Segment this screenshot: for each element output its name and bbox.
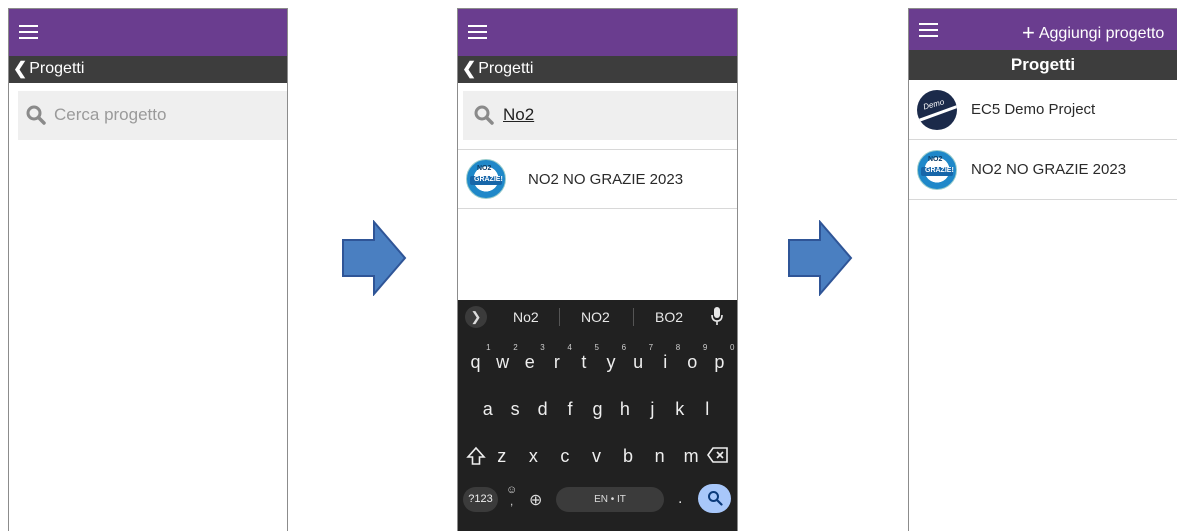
key-hint: 5 (594, 343, 599, 352)
key-i[interactable]: i8 (653, 343, 680, 373)
project-name: NO2 NO GRAZIE 2023 (971, 161, 1127, 178)
search-placeholder: Cerca progetto (54, 105, 167, 124)
add-project-button[interactable]: + Aggiungi progetto (1022, 20, 1164, 46)
list-item[interactable]: NO2 GRAZIE! NO2 NO GRAZIE 2023 (909, 140, 1177, 200)
project-name: EC5 Demo Project (971, 101, 1096, 118)
project-name: NO2 NO GRAZIE 2023 (528, 170, 684, 188)
microphone-icon[interactable] (711, 307, 723, 325)
search-input[interactable]: Cerca progetto (18, 91, 287, 140)
screen-search-empty: ❮ Progetti Cerca progetto (8, 8, 288, 531)
back-button[interactable]: ❮ Progetti (13, 60, 84, 78)
app-header (458, 9, 737, 56)
key-z[interactable]: z (490, 446, 514, 467)
key-o[interactable]: o9 (680, 343, 707, 373)
project-logo: NO2 GRAZIE! (466, 159, 506, 199)
plus-icon: + (1022, 20, 1035, 45)
key-c[interactable]: c (553, 446, 577, 467)
search-key[interactable] (698, 484, 731, 513)
key-j[interactable]: j (640, 399, 664, 420)
screen-search-results: ❮ Progetti No2 NO2 GRAZIE! NO2 NO GRAZIE… (457, 8, 738, 531)
screen-project-list: + Aggiungi progetto Progetti Demo EC5 Dem… (908, 8, 1177, 531)
key-v[interactable]: v (584, 446, 608, 467)
project-logo: NO2 GRAZIE! (917, 149, 957, 190)
key-k[interactable]: k (668, 399, 692, 420)
expand-toolbar-icon[interactable]: ❯ (465, 306, 487, 328)
key-h[interactable]: h (613, 399, 637, 420)
key-x[interactable]: x (521, 446, 545, 467)
key-hint: 3 (540, 343, 545, 352)
hamburger-menu-icon[interactable] (919, 23, 938, 37)
search-icon (707, 491, 723, 506)
emoji-key[interactable]: ☺, (506, 484, 517, 508)
arrow-right-icon (788, 220, 853, 296)
key-p[interactable]: p0 (707, 343, 734, 373)
key-a[interactable]: a (476, 399, 500, 420)
key-w[interactable]: w2 (491, 343, 518, 373)
suggestion-2[interactable]: NO2 (581, 309, 610, 325)
project-logo: Demo (917, 89, 957, 130)
search-value: No2 (503, 105, 535, 124)
list-item[interactable]: NO2 GRAZIE! NO2 NO GRAZIE 2023 (458, 149, 737, 209)
key-y[interactable]: y6 (599, 343, 627, 373)
key-hint: 1 (486, 343, 491, 352)
key-hint: 0 (729, 343, 735, 352)
space-key[interactable]: EN • IT (556, 487, 664, 512)
search-input[interactable]: No2 (463, 91, 737, 140)
backspace-icon[interactable] (707, 446, 729, 464)
app-header (9, 9, 287, 56)
key-hint: 6 (621, 343, 627, 352)
arrow-right-icon (342, 220, 407, 296)
key-m[interactable]: m (679, 446, 703, 467)
key-q[interactable]: q1 (464, 343, 491, 373)
key-e[interactable]: e3 (518, 343, 545, 373)
key-n[interactable]: n (648, 446, 672, 467)
nav-bar: ❮ Progetti (9, 56, 287, 83)
key-u[interactable]: u7 (626, 343, 653, 373)
key-row-1: q1w2e3r4t5y6u7i8o9p0 (458, 343, 737, 373)
symbols-key[interactable]: ?123 (463, 487, 498, 512)
search-icon (26, 105, 46, 125)
key-row-3: zxcvbnm (458, 446, 737, 467)
page-title: Progetti (909, 50, 1177, 80)
nav-bar: ❮ Progetti (458, 56, 737, 83)
key-hint: 9 (702, 343, 708, 352)
back-label: Progetti (29, 60, 85, 77)
key-t[interactable]: t5 (572, 343, 599, 373)
back-button[interactable]: ❮ Progetti (462, 60, 533, 78)
suggestion-1[interactable]: No2 (513, 309, 539, 325)
key-g[interactable]: g (585, 399, 609, 420)
back-label: Progetti (478, 60, 534, 77)
key-hint: 8 (675, 343, 681, 352)
shift-icon[interactable] (466, 446, 486, 466)
key-s[interactable]: s (503, 399, 527, 420)
key-hint: 4 (567, 343, 572, 352)
key-row-2: asdfghjkl (458, 399, 737, 420)
search-icon (474, 105, 494, 125)
key-l[interactable]: l (695, 399, 719, 420)
chevron-left-icon: ❮ (462, 59, 477, 78)
app-header: + Aggiungi progetto (909, 9, 1177, 50)
chevron-left-icon: ❮ (13, 59, 28, 78)
key-f[interactable]: f (558, 399, 582, 420)
suggestion-strip: ❯ No2 NO2 BO2 (458, 300, 737, 334)
onscreen-keyboard: ❯ No2 NO2 BO2 q1w2e3r4t5y6u7i8o9p0 asdfg… (458, 300, 737, 531)
suggestion-3[interactable]: BO2 (655, 309, 683, 325)
list-item[interactable]: Demo EC5 Demo Project (909, 80, 1177, 140)
period-key[interactable]: . (678, 490, 682, 508)
key-d[interactable]: d (531, 399, 555, 420)
hamburger-menu-icon[interactable] (468, 25, 487, 39)
globe-icon[interactable]: ⊕ (529, 490, 542, 510)
key-hint: 7 (648, 343, 654, 352)
key-b[interactable]: b (616, 446, 640, 467)
key-r[interactable]: r4 (545, 343, 572, 373)
hamburger-menu-icon[interactable] (19, 25, 38, 39)
key-hint: 2 (513, 343, 518, 352)
key-row-bottom: ?123 ☺, ⊕ EN • IT . (458, 484, 737, 524)
